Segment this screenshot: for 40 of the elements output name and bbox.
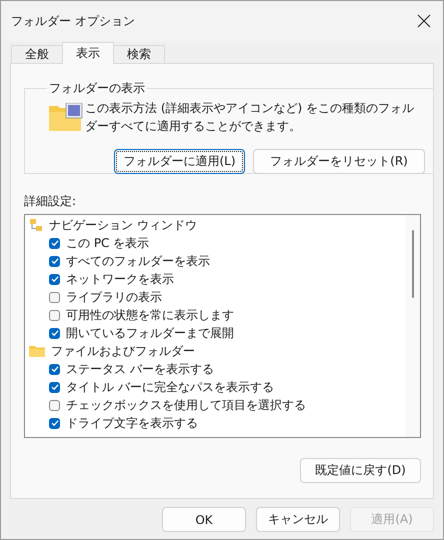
- checkbox[interactable]: [49, 328, 60, 338]
- folder-button[interactable]: フォルダーをリセット(R): [253, 149, 425, 174]
- checkbox[interactable]: [49, 400, 60, 410]
- group-title: フォルダーの表示: [48, 80, 146, 97]
- group-label: ファイルおよびフォルダー: [51, 342, 195, 360]
- tab[interactable]: 全般: [11, 45, 63, 64]
- window-title: フォルダー オプション: [11, 12, 135, 30]
- advanced-settings-label: 詳細設定:: [24, 193, 78, 210]
- option-label: ドライブ文字を表示する: [66, 414, 198, 432]
- scroll-thumb[interactable]: [412, 230, 414, 298]
- folder-tree-icon: [29, 218, 43, 232]
- close-icon[interactable]: [417, 14, 431, 28]
- option-label: ネットワークを表示: [66, 270, 174, 288]
- dialog-button[interactable]: キャンセル: [256, 507, 340, 532]
- description-text: この表示方法 (詳細表示やアイコンなど) をこの種類のフォルダーすべてに適用することができます。: [85, 100, 415, 135]
- checkbox[interactable]: [49, 256, 60, 266]
- option-label: この PC を表示: [66, 234, 150, 252]
- checkbox[interactable]: [49, 310, 60, 320]
- scrollbar[interactable]: [405, 215, 420, 437]
- checkbox[interactable]: [49, 418, 60, 428]
- option-label: タイトル バーに完全なパスを表示する: [66, 378, 274, 396]
- group-label: ナビゲーション ウィンドウ: [49, 216, 197, 234]
- checkbox[interactable]: [49, 292, 60, 302]
- dialog-button[interactable]: OK: [162, 507, 246, 532]
- folder-icon: [29, 345, 45, 357]
- tab[interactable]: 検索: [113, 45, 165, 64]
- option-label: チェックボックスを使用して項目を選択する: [66, 396, 306, 414]
- checkbox[interactable]: [49, 382, 60, 392]
- folder-grid-icon: [49, 103, 83, 131]
- checkbox[interactable]: [49, 274, 60, 284]
- option-label: すべてのフォルダーを表示: [66, 252, 210, 270]
- folder-button[interactable]: フォルダーに適用(L): [114, 149, 245, 174]
- checkbox[interactable]: [49, 238, 60, 248]
- option-label: 可用性の状態を常に表示します: [66, 306, 234, 324]
- checkbox[interactable]: [49, 364, 60, 374]
- option-label: ライブラリの表示: [66, 288, 162, 306]
- tab[interactable]: 表示: [62, 42, 114, 64]
- option-label: 開いているフォルダーまで展開: [66, 324, 234, 342]
- restore-defaults-button[interactable]: 既定値に戻す(D): [300, 458, 421, 483]
- option-label: ステータス バーを表示する: [66, 360, 214, 378]
